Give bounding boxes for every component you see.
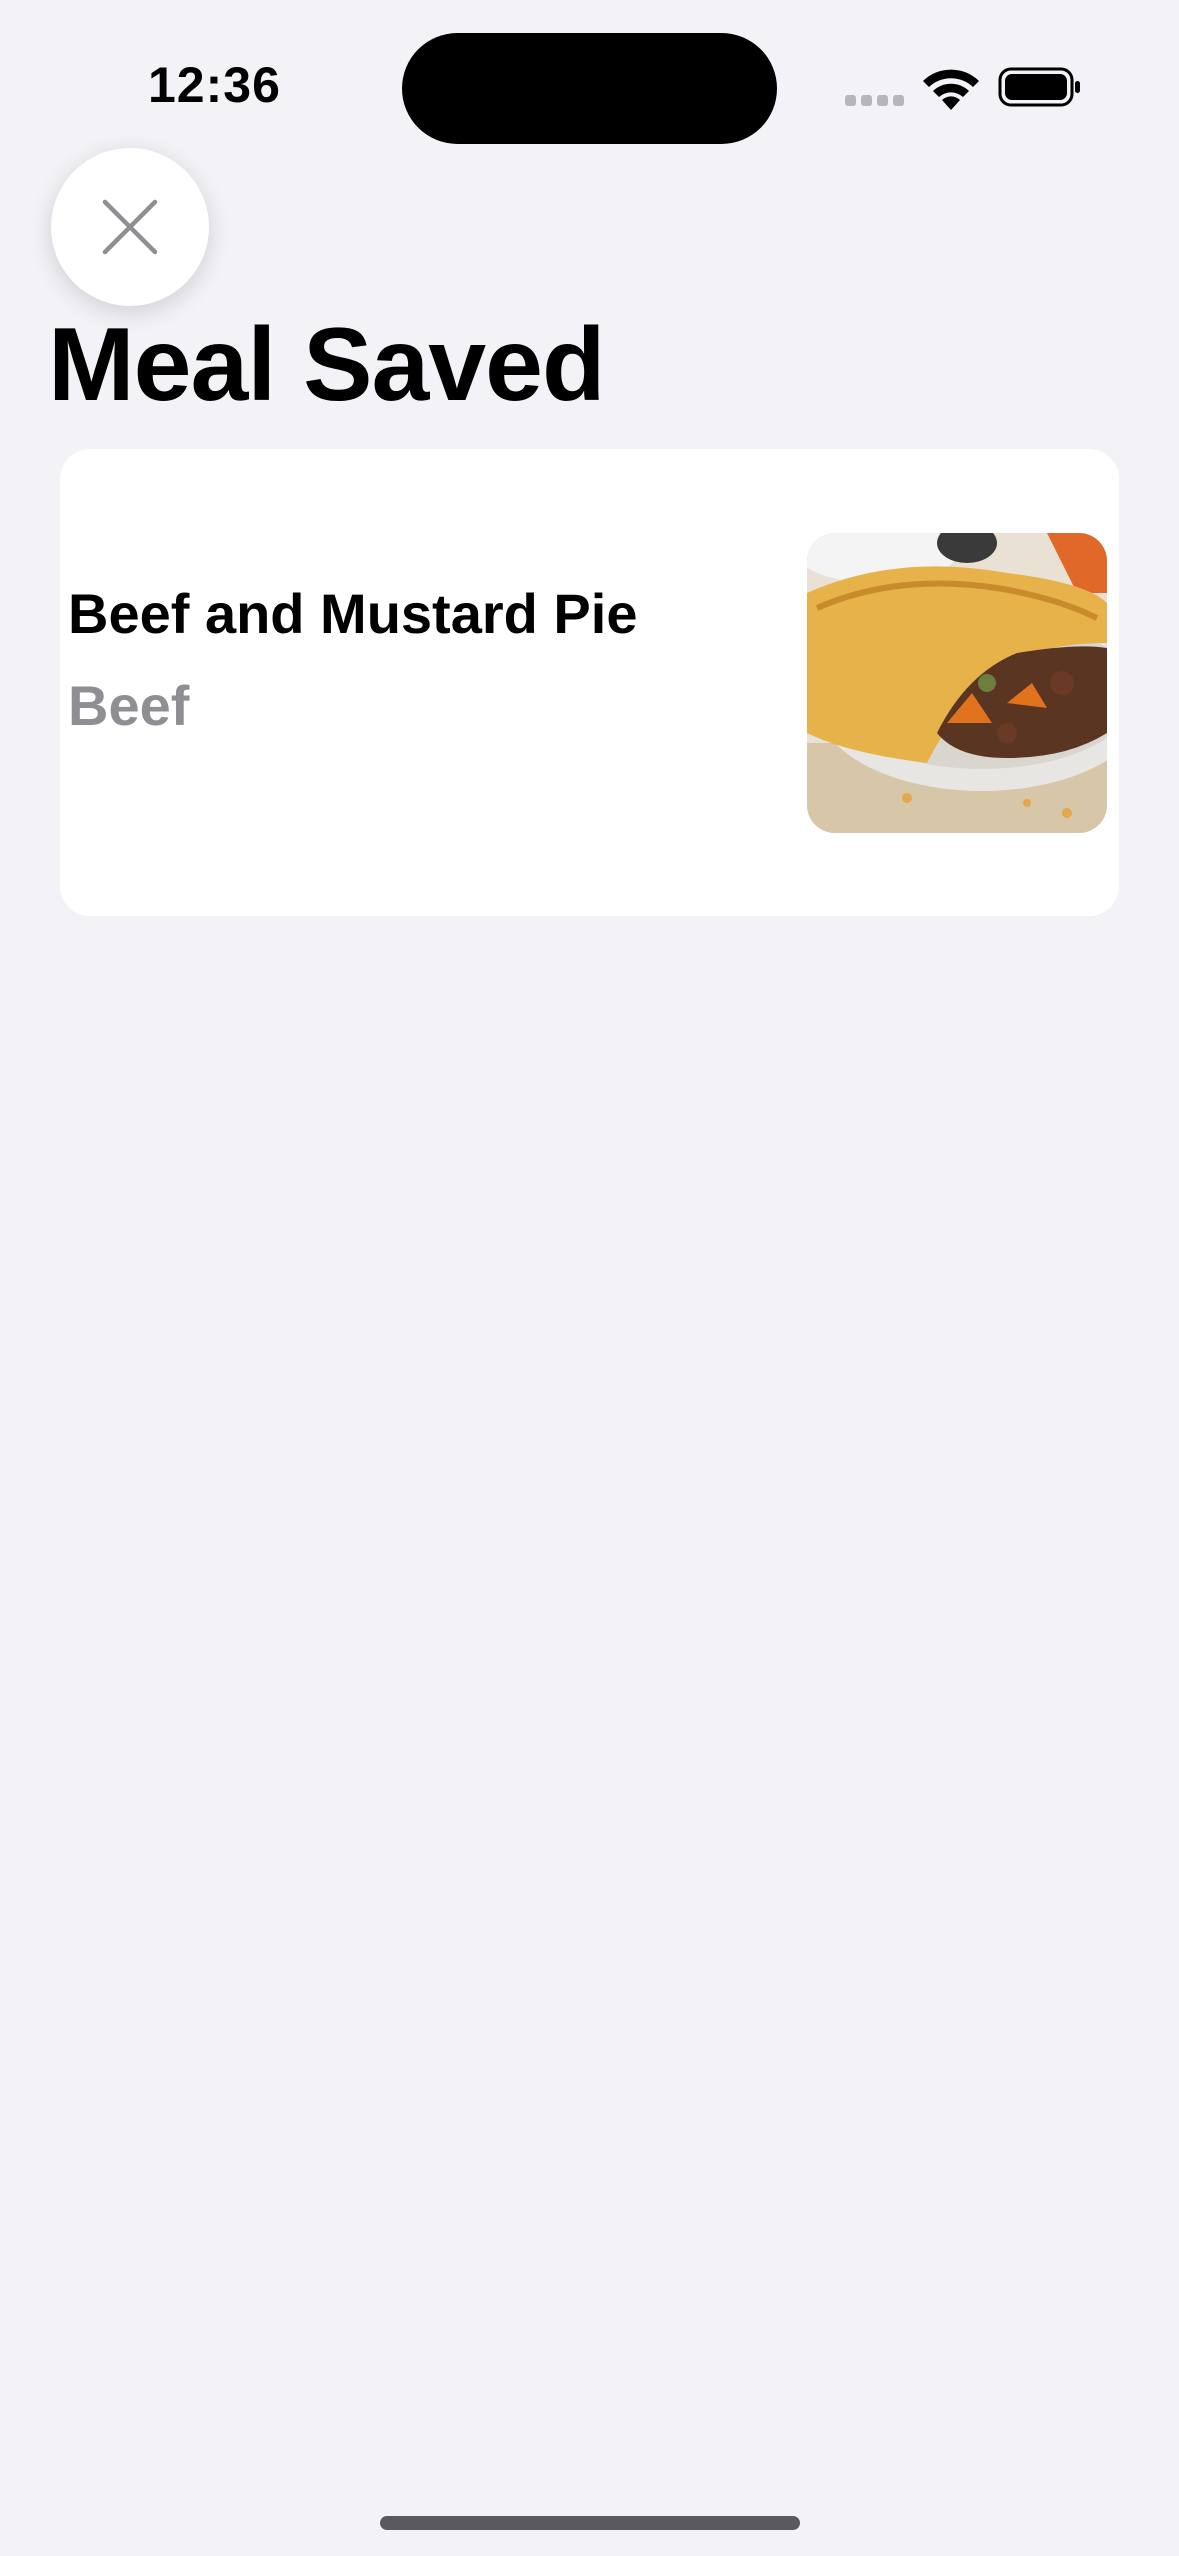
meal-name: Beef and Mustard Pie [68,582,638,645]
cellular-signal-icon [845,95,905,109]
page-title: Meal Saved [48,307,606,423]
status-bar: 12:36 [0,0,1179,150]
meal-category: Beef [68,674,190,737]
battery-icon [998,67,1080,107]
wifi-icon [923,69,979,110]
close-icon [102,199,158,255]
home-indicator[interactable] [380,2516,800,2530]
meal-card[interactable]: Beef and Mustard Pie Beef [60,449,1119,916]
meal-thumbnail [807,533,1107,833]
status-time: 12:36 [148,57,281,113]
close-button[interactable] [51,148,209,306]
dynamic-island [402,33,777,144]
